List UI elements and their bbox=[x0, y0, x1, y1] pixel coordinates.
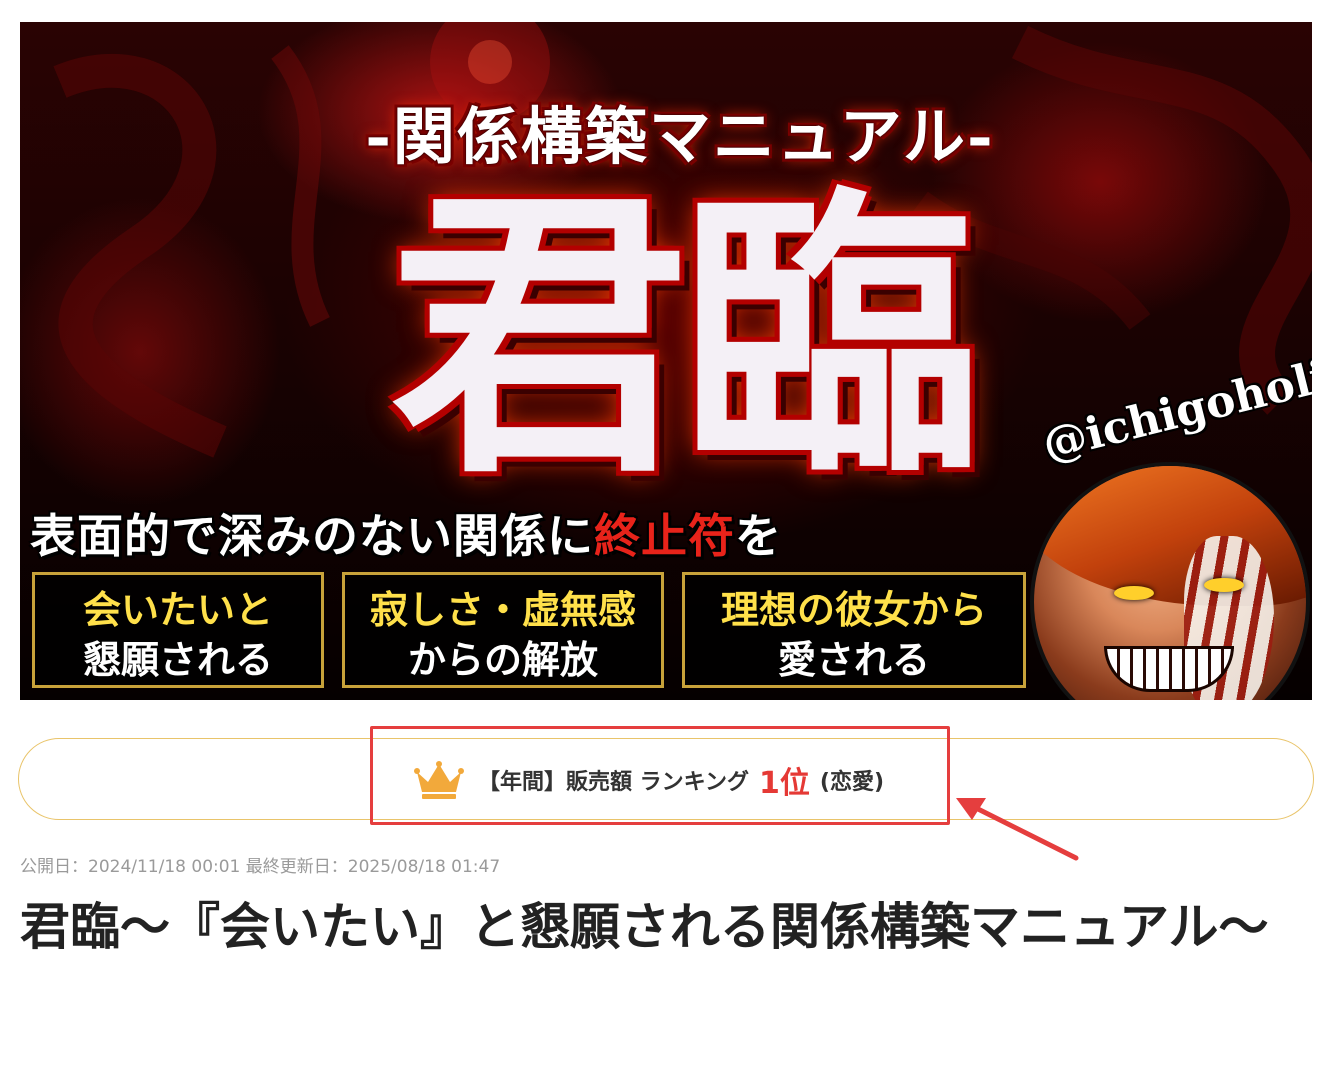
hero-banner: -関係構築マニュアル- 君臨 表面的で深みのない関係に終止符を 会いたいと 懇願… bbox=[20, 22, 1312, 700]
tagline-highlight: 終止符 bbox=[594, 509, 735, 563]
avatar-eye-left bbox=[1114, 586, 1154, 600]
tagline-end: を bbox=[735, 509, 782, 563]
feature-line-2: 愛される bbox=[777, 638, 930, 682]
feature-line-1: 会いたいと bbox=[82, 588, 273, 632]
tagline-main: 表面的で深みのない関係に bbox=[30, 509, 594, 563]
feature-line-2: からの解放 bbox=[407, 638, 598, 682]
page-title: 君臨〜『会いたい』と懇願される関係構築マニュアル〜 bbox=[20, 898, 1269, 956]
annotation-arrow-icon bbox=[956, 798, 1079, 861]
feature-line-2: 懇願される bbox=[82, 638, 273, 682]
annotation-highlight-box bbox=[370, 726, 950, 825]
avatar-eye-right bbox=[1204, 578, 1244, 592]
feature-boxes: 会いたいと 懇願される 寂しさ・虚無感 からの解放 理想の彼女から 愛される bbox=[32, 572, 1042, 690]
feature-line-1: 理想の彼女から bbox=[720, 588, 987, 632]
feature-box-1: 会いたいと 懇願される bbox=[32, 572, 324, 688]
feature-line-1: 寂しさ・虚無感 bbox=[369, 588, 636, 632]
post-dates: 公開日：2024/11/18 00:01 最終更新日：2025/08/18 01… bbox=[20, 857, 501, 877]
author-avatar bbox=[1030, 462, 1310, 700]
hero-title: 君臨 bbox=[390, 160, 980, 513]
hero-tagline: 表面的で深みのない関係に終止符を bbox=[30, 500, 1040, 566]
feature-box-3: 理想の彼女から 愛される bbox=[682, 572, 1026, 688]
feature-box-2: 寂しさ・虚無感 からの解放 bbox=[342, 572, 664, 688]
